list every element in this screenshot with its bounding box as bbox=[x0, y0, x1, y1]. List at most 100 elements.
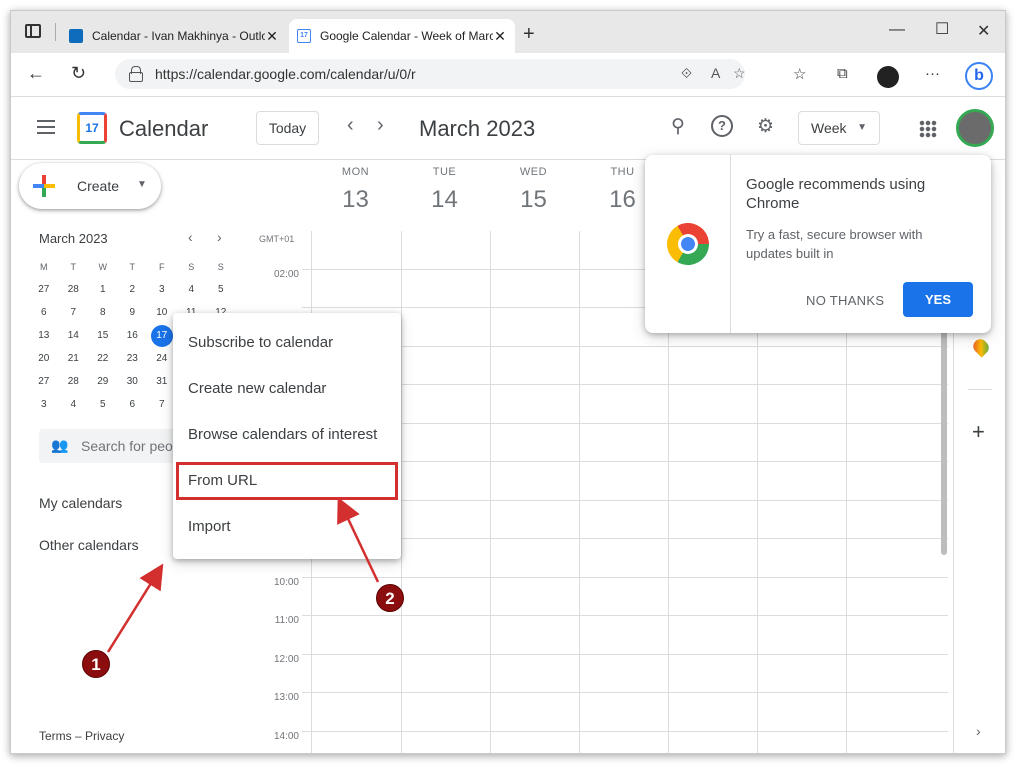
mini-day[interactable]: 30 bbox=[118, 376, 148, 387]
mini-dow-label: S bbox=[188, 261, 195, 272]
day-column-header[interactable]: WED 15 bbox=[489, 166, 578, 214]
app-available-icon[interactable]: ⟐ bbox=[681, 65, 692, 82]
browser-profile-avatar[interactable] bbox=[877, 66, 899, 88]
mini-prev-icon[interactable]: ‹ bbox=[188, 229, 193, 245]
mini-calendar-row: MTWTFSS bbox=[29, 255, 237, 278]
expand-panel-icon[interactable]: › bbox=[976, 723, 981, 739]
hour-label: 12:00 bbox=[273, 654, 299, 665]
mini-day[interactable]: 14 bbox=[59, 330, 89, 341]
menu-item-subscribe[interactable]: Subscribe to calendar bbox=[173, 320, 401, 366]
help-icon[interactable]: ? bbox=[711, 115, 733, 137]
tab-actions-icon[interactable] bbox=[25, 24, 41, 38]
search-icon[interactable]: ⚲ bbox=[671, 115, 685, 138]
lock-icon[interactable] bbox=[129, 66, 143, 82]
mini-day[interactable]: 28 bbox=[59, 376, 89, 387]
yes-button[interactable]: YES bbox=[903, 282, 973, 317]
my-calendars-toggle[interactable]: My calendars bbox=[39, 495, 122, 511]
window-close-icon[interactable]: ✕ bbox=[977, 21, 990, 41]
mini-day[interactable]: 8 bbox=[88, 307, 118, 318]
app-title: Calendar bbox=[119, 116, 209, 141]
terms-privacy-links[interactable]: Terms – Privacy bbox=[39, 729, 124, 743]
side-panel-divider bbox=[968, 389, 992, 390]
add-addon-icon[interactable]: + bbox=[972, 419, 985, 445]
other-calendars-toggle[interactable]: Other calendars bbox=[39, 537, 139, 553]
close-tab-icon[interactable]: ✕ bbox=[493, 28, 507, 45]
mini-day[interactable]: 22 bbox=[88, 353, 118, 364]
hour-label: 10:00 bbox=[273, 577, 299, 588]
mini-dow-label: T bbox=[70, 261, 77, 272]
reload-icon[interactable]: ↻ bbox=[71, 63, 86, 84]
mini-day[interactable]: 1 bbox=[88, 284, 118, 295]
mini-day[interactable]: 5 bbox=[206, 284, 236, 295]
hour-label: 02:00 bbox=[273, 269, 299, 280]
grid-scrollbar[interactable] bbox=[941, 311, 947, 555]
create-label: Create bbox=[77, 178, 120, 194]
mini-day[interactable]: 5 bbox=[88, 399, 118, 410]
mini-day[interactable]: 3 bbox=[147, 284, 177, 295]
address-bar[interactable]: https://calendar.google.com/calendar/u/0… bbox=[115, 59, 746, 89]
google-apps-icon[interactable] bbox=[919, 120, 937, 138]
mini-day[interactable]: 27 bbox=[29, 284, 59, 295]
promo-logo-column bbox=[645, 155, 731, 333]
mini-day[interactable]: 16 bbox=[118, 330, 148, 341]
day-number[interactable]: 13 bbox=[311, 186, 400, 214]
mini-dow-label: M bbox=[40, 261, 48, 272]
mini-day[interactable]: 4 bbox=[59, 399, 89, 410]
mini-day[interactable]: 6 bbox=[118, 399, 148, 410]
mini-day[interactable]: 9 bbox=[118, 307, 148, 318]
search-people-input[interactable]: 👥 Search for peop bbox=[39, 429, 189, 463]
mini-day[interactable]: 4 bbox=[177, 284, 207, 295]
mini-next-icon[interactable]: › bbox=[217, 229, 222, 245]
settings-gear-icon[interactable]: ⚙ bbox=[757, 115, 774, 138]
mini-day[interactable]: 20 bbox=[29, 353, 59, 364]
day-column-header[interactable]: TUE 14 bbox=[400, 166, 489, 214]
mini-day[interactable]: 29 bbox=[88, 376, 118, 387]
mini-day[interactable]: 28 bbox=[59, 284, 89, 295]
tab-outlook[interactable]: Calendar - Ivan Makhinya - Outlo ✕ bbox=[61, 19, 287, 53]
day-number[interactable]: 14 bbox=[400, 186, 489, 214]
month-title: March 2023 bbox=[419, 116, 536, 141]
read-aloud-icon[interactable]: A bbox=[711, 65, 720, 81]
menu-item-import[interactable]: Import bbox=[173, 504, 401, 550]
next-week-icon[interactable]: › bbox=[377, 114, 384, 137]
create-button[interactable]: Create ▼ bbox=[19, 163, 161, 209]
day-column-header[interactable]: MON 13 bbox=[311, 166, 400, 214]
minimize-icon[interactable]: — bbox=[889, 21, 905, 39]
mini-calendar-title: March 2023 bbox=[39, 231, 108, 246]
mini-day[interactable]: 6 bbox=[29, 307, 59, 318]
mini-day[interactable]: 7 bbox=[59, 307, 89, 318]
favorites-icon[interactable]: ☆ bbox=[793, 65, 806, 83]
tab-google-calendar[interactable]: 17 Google Calendar - Week of Marc ✕ bbox=[289, 19, 515, 53]
close-tab-icon[interactable]: ✕ bbox=[265, 28, 279, 45]
bing-icon[interactable]: b bbox=[965, 62, 993, 90]
maximize-icon[interactable]: ☐ bbox=[935, 19, 949, 39]
maps-icon[interactable] bbox=[970, 336, 992, 358]
mini-day[interactable]: 13 bbox=[29, 330, 59, 341]
timezone-label: GMT+01 bbox=[259, 234, 295, 244]
no-thanks-button[interactable]: NO THANKS bbox=[806, 293, 884, 308]
hour-label: 14:00 bbox=[273, 731, 299, 742]
view-selector[interactable]: Week ▼ bbox=[798, 111, 880, 145]
mini-day[interactable]: 21 bbox=[59, 353, 89, 364]
main-menu-icon[interactable] bbox=[37, 120, 55, 134]
mini-day[interactable]: 3 bbox=[29, 399, 59, 410]
add-favorite-icon[interactable]: ☆ bbox=[733, 65, 746, 82]
menu-item-create-new[interactable]: Create new calendar bbox=[173, 366, 401, 412]
menu-item-browse[interactable]: Browse calendars of interest bbox=[173, 412, 401, 458]
tab-bar: Calendar - Ivan Makhinya - Outlo ✕ 17 Go… bbox=[11, 11, 1005, 53]
more-icon[interactable]: ··· bbox=[925, 65, 940, 82]
back-icon[interactable]: ← bbox=[27, 63, 45, 84]
previous-week-icon[interactable]: ‹ bbox=[347, 114, 354, 137]
mini-calendar-row: 27 28 1 2 3 4 5 bbox=[29, 278, 237, 301]
mini-day[interactable]: 15 bbox=[88, 330, 118, 341]
address-toolbar: ← ↻ https://calendar.google.com/calendar… bbox=[11, 53, 1005, 97]
today-button[interactable]: Today bbox=[256, 111, 319, 145]
account-avatar[interactable] bbox=[956, 109, 994, 147]
mini-day[interactable]: 27 bbox=[29, 376, 59, 387]
tab-title: Calendar - Ivan Makhinya - Outlo bbox=[92, 29, 265, 43]
day-number[interactable]: 15 bbox=[489, 186, 578, 214]
mini-day[interactable]: 2 bbox=[118, 284, 148, 295]
collections-icon[interactable]: ⧉ bbox=[837, 65, 848, 82]
mini-day[interactable]: 23 bbox=[118, 353, 148, 364]
new-tab-icon[interactable]: + bbox=[523, 23, 535, 46]
